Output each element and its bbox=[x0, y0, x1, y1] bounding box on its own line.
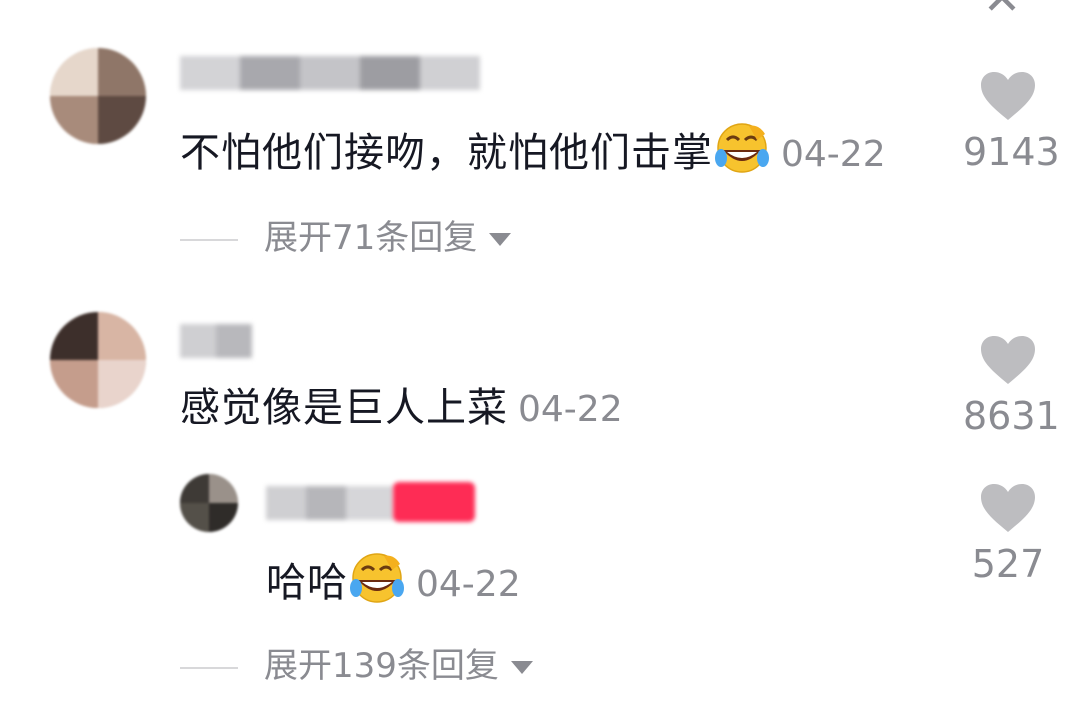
like-count: 527 bbox=[971, 542, 1045, 586]
heart-icon bbox=[981, 336, 1035, 384]
close-icon[interactable]: ✕ bbox=[978, 0, 1026, 21]
comment-body: 不怕他们接吻，就怕他们击掌 bbox=[180, 130, 713, 176]
expand-replies-button[interactable]: 展开139条回复 bbox=[180, 644, 533, 688]
like-count: 9143 bbox=[963, 130, 1060, 174]
heart-icon bbox=[981, 72, 1035, 120]
reply-body: 哈哈 bbox=[266, 560, 348, 606]
expand-replies-label: 展开71条回复 bbox=[264, 218, 478, 258]
avatar[interactable] bbox=[50, 312, 146, 408]
expand-replies-button[interactable]: 展开71条回复 bbox=[180, 216, 512, 260]
heart-icon bbox=[981, 484, 1035, 532]
comment-text: 不怕他们接吻，就怕他们击掌 04-22 bbox=[180, 120, 886, 185]
comment-date: 04-22 bbox=[518, 389, 623, 430]
avatar[interactable] bbox=[50, 48, 146, 144]
rofl-emoji-icon bbox=[348, 550, 406, 615]
like-button[interactable]: 8631 bbox=[963, 334, 1060, 438]
avatar[interactable] bbox=[180, 474, 238, 532]
triangle-down-icon bbox=[510, 661, 533, 674]
like-button[interactable]: 527 bbox=[963, 482, 1053, 586]
like-count: 8631 bbox=[963, 394, 1060, 438]
expand-replies-label: 展开139条回复 bbox=[264, 646, 499, 686]
comment-body: 感觉像是巨人上菜 bbox=[180, 385, 508, 431]
username[interactable] bbox=[180, 324, 252, 358]
username[interactable] bbox=[180, 56, 480, 90]
author-badge bbox=[393, 482, 475, 522]
comment-date: 04-22 bbox=[781, 134, 886, 175]
like-button[interactable]: 9143 bbox=[963, 70, 1060, 174]
divider bbox=[180, 238, 238, 241]
triangle-down-icon bbox=[489, 233, 512, 246]
comment-text: 感觉像是巨人上菜 04-22 bbox=[180, 384, 623, 434]
rofl-emoji-icon bbox=[713, 120, 771, 185]
divider bbox=[180, 666, 238, 669]
reply-date: 04-22 bbox=[416, 564, 521, 605]
reply-text: 哈哈 04-22 bbox=[266, 550, 521, 615]
